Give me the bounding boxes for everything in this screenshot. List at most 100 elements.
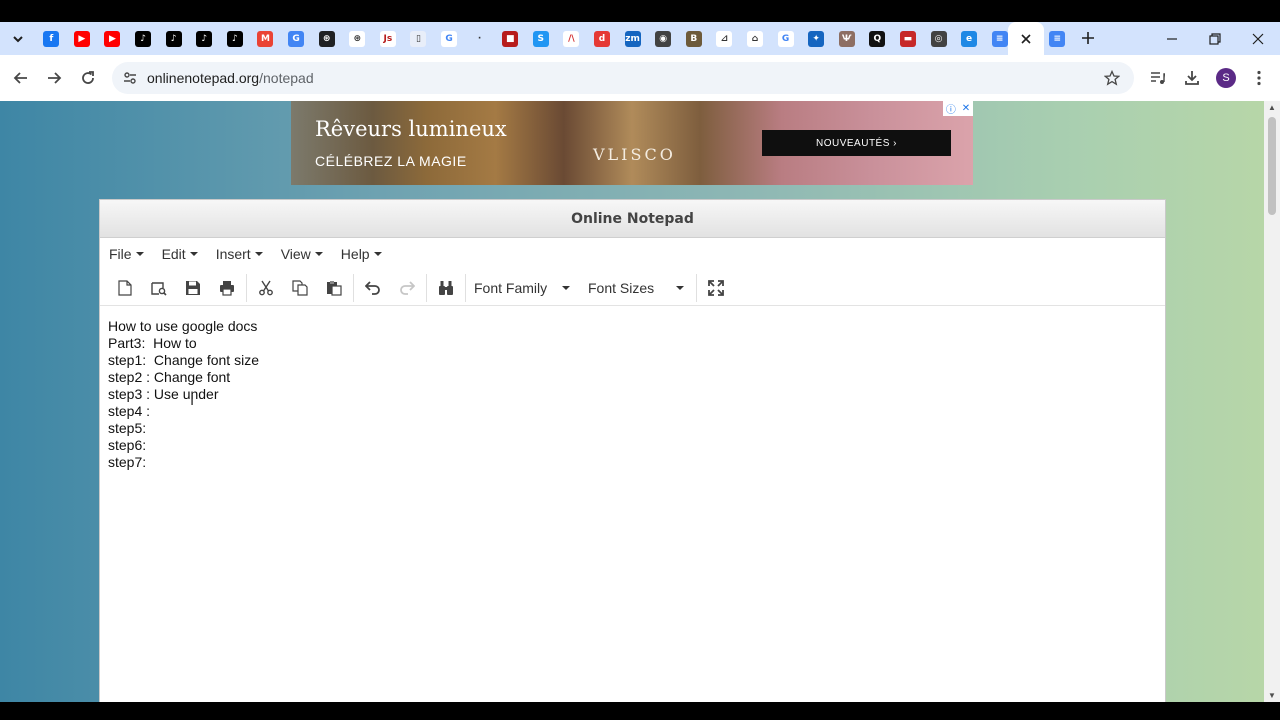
browser-tab[interactable]: ▯ xyxy=(403,22,434,55)
download-icon xyxy=(1185,71,1199,85)
print-button[interactable] xyxy=(210,274,244,302)
advertisement-banner[interactable]: Rêveurs lumineux CÉLÉBREZ LA MAGIE VLISC… xyxy=(291,101,973,185)
browser-tab[interactable]: ⊛ xyxy=(311,22,342,55)
cut-button[interactable] xyxy=(249,274,283,302)
new-document-button[interactable] xyxy=(108,274,142,302)
tiktok-icon: ♪ xyxy=(196,30,213,47)
copy-button[interactable] xyxy=(283,274,317,302)
find-button[interactable] xyxy=(429,274,463,302)
google-icon: G xyxy=(777,30,794,47)
browser-tab[interactable]: ✦ xyxy=(801,22,832,55)
page-scrollbar[interactable]: ▲ ▼ xyxy=(1264,101,1280,702)
scroll-down-arrow-icon[interactable]: ▼ xyxy=(1268,691,1276,700)
browser-tab[interactable]: ⊛ xyxy=(342,22,373,55)
scroll-up-arrow-icon[interactable]: ▲ xyxy=(1268,103,1276,112)
editor-line: step5: xyxy=(108,420,147,436)
browser-tab[interactable]: ♪ xyxy=(158,22,189,55)
browser-tab[interactable]: Ѱ xyxy=(831,22,862,55)
close-icon xyxy=(1252,33,1264,44)
browser-tab[interactable]: e xyxy=(954,22,985,55)
browser-tab[interactable]: /\ xyxy=(556,22,587,55)
save-button[interactable] xyxy=(176,274,210,302)
tiktok-icon: ♪ xyxy=(226,30,243,47)
caret-down-icon xyxy=(135,252,144,256)
browser-tab[interactable]: S xyxy=(526,22,557,55)
font-sizes-select[interactable]: Font Sizes xyxy=(582,280,690,296)
scrollbar-thumb[interactable] xyxy=(1268,117,1276,215)
copy-icon xyxy=(292,279,308,296)
browser-tab[interactable]: G xyxy=(434,22,465,55)
address-bar[interactable]: onlinenotepad.org/notepad xyxy=(112,62,1134,94)
window-close-button[interactable] xyxy=(1236,22,1280,55)
zm-icon: zm xyxy=(624,30,641,47)
facebook-icon: f xyxy=(43,30,60,47)
clipboard-icon xyxy=(327,280,342,296)
browser-tab[interactable]: ⊿ xyxy=(709,22,740,55)
browser-tab[interactable]: M xyxy=(250,22,281,55)
browser-tab[interactable]: Js xyxy=(373,22,404,55)
browser-tab[interactable]: ◉ xyxy=(648,22,679,55)
undo-button[interactable] xyxy=(356,274,390,302)
browser-tab[interactable]: ◎ xyxy=(923,22,954,55)
bookmark-button[interactable] xyxy=(1102,68,1122,88)
reload-button[interactable] xyxy=(77,67,99,89)
url-text[interactable]: onlinenotepad.org/notepad xyxy=(147,70,314,86)
tab-search-button[interactable] xyxy=(8,29,28,49)
fullscreen-button[interactable] xyxy=(699,274,733,302)
browser-tab[interactable]: Q xyxy=(862,22,893,55)
active-tab[interactable] xyxy=(1008,22,1044,55)
ad-subtitle: CÉLÉBREZ LA MAGIE xyxy=(315,153,467,169)
ad-cta-button[interactable]: NOUVEAUTÉS › xyxy=(762,130,951,156)
close-icon[interactable]: ✕ xyxy=(962,103,970,114)
browser-tab[interactable]: ▶ xyxy=(97,22,128,55)
text-editor[interactable]: How to use google docs Part3: How to step1… xyxy=(108,318,259,471)
media-control-button[interactable] xyxy=(1147,67,1169,89)
browser-tab[interactable]: ♪ xyxy=(220,22,251,55)
menu-help[interactable]: Help xyxy=(341,246,382,262)
editor-line: Part3: How to xyxy=(108,335,197,351)
menu-label: Help xyxy=(340,246,370,262)
browser-tab[interactable]: G xyxy=(770,22,801,55)
browser-tab[interactable]: ▬ xyxy=(893,22,924,55)
notepad-window: Online Notepad File Edit Insert View Hel… xyxy=(99,199,1166,702)
close-icon[interactable] xyxy=(1021,33,1031,44)
menu-view[interactable]: View xyxy=(281,246,323,262)
browser-tab[interactable]: zm xyxy=(617,22,648,55)
chrome-menu-button[interactable] xyxy=(1248,67,1270,89)
back-button[interactable] xyxy=(10,67,32,89)
new-tab-button[interactable] xyxy=(1078,28,1098,48)
menu-edit[interactable]: Edit xyxy=(162,246,198,262)
toolbar-divider xyxy=(353,273,354,302)
browser-tab[interactable]: f xyxy=(36,22,67,55)
font-family-select[interactable]: Font Family xyxy=(468,280,576,296)
redo-button[interactable] xyxy=(390,274,424,302)
browser-tab[interactable]: ♪ xyxy=(128,22,159,55)
plus-icon xyxy=(1082,32,1094,44)
toolbar-divider xyxy=(246,273,247,302)
profile-avatar[interactable]: S xyxy=(1216,68,1236,88)
open-file-button[interactable] xyxy=(142,274,176,302)
tab-docs[interactable]: ≡ xyxy=(1042,22,1073,55)
arrow-left-icon xyxy=(13,72,27,84)
ad-choices[interactable]: ⓘ ✕ xyxy=(943,101,973,116)
browser-tab[interactable]: G xyxy=(281,22,312,55)
editor-line: step1: Change font size xyxy=(108,352,259,368)
google-translate-icon: G xyxy=(288,30,305,47)
browser-tab[interactable]: ■ xyxy=(495,22,526,55)
minimize-button[interactable] xyxy=(1150,22,1194,55)
paste-button[interactable] xyxy=(317,274,351,302)
forward-button[interactable] xyxy=(43,67,65,89)
browser-tab[interactable]: ♪ xyxy=(189,22,220,55)
browser-tab[interactable]: B xyxy=(678,22,709,55)
info-icon[interactable]: ⓘ xyxy=(946,101,956,116)
browser-tab[interactable]: ⌂ xyxy=(740,22,771,55)
downloads-button[interactable] xyxy=(1181,67,1203,89)
browser-tab[interactable]: d xyxy=(587,22,618,55)
restore-button[interactable] xyxy=(1193,22,1237,55)
eagle-icon: Ѱ xyxy=(838,30,855,47)
menu-file[interactable]: File xyxy=(109,246,144,262)
browser-tab[interactable]: ▶ xyxy=(67,22,98,55)
site-info-icon[interactable] xyxy=(120,68,140,88)
menu-insert[interactable]: Insert xyxy=(216,246,263,262)
browser-tab[interactable]: · xyxy=(464,22,495,55)
